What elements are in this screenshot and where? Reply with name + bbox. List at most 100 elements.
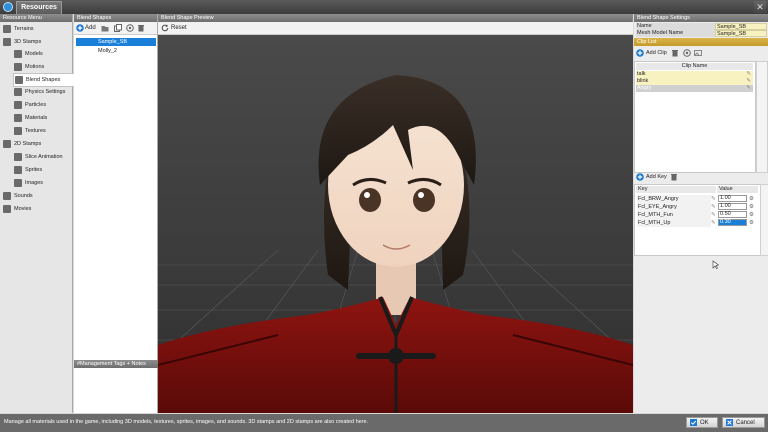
- key-toolbar: Add Key: [634, 171, 768, 183]
- add-folder-button[interactable]: [101, 24, 109, 32]
- menu-item-models[interactable]: Models: [0, 48, 72, 60]
- edit-pencil-icon[interactable]: ✎: [746, 71, 751, 78]
- clip-row[interactable]: talk ✎: [636, 71, 753, 78]
- gear-icon[interactable]: ⚙: [749, 211, 754, 219]
- menu-item-slice-animation[interactable]: Slice Animation: [0, 151, 72, 163]
- preview-header: Blend Shape Preview: [158, 14, 632, 22]
- menu-item-terrains[interactable]: Terrains: [0, 23, 72, 35]
- key-name: Fcl_MTH_Fun: [637, 211, 711, 219]
- clip-row[interactable]: Angry ✎: [636, 85, 753, 92]
- share-button[interactable]: [126, 24, 134, 32]
- mouse-cursor-icon: [712, 260, 720, 269]
- management-tags-header: #Management Tags + Notes: [74, 360, 161, 368]
- slice-icon: [14, 153, 22, 161]
- blend-shapes-header: Blend Shapes: [74, 14, 157, 22]
- folder-icon: [101, 26, 109, 32]
- blend-shape-item[interactable]: Molly_2: [76, 47, 156, 55]
- blend-shape-item-label: Sample_SB: [98, 39, 128, 45]
- key-value-field[interactable]: 0.50: [718, 211, 747, 218]
- image-icon: [694, 50, 702, 56]
- menu-item-motions[interactable]: Motions: [0, 61, 72, 73]
- edit-pencil-icon[interactable]: ✎: [711, 219, 716, 227]
- value-column-header: Value: [717, 186, 758, 193]
- property-value-field[interactable]: Sample_SB: [715, 30, 767, 37]
- key-table: Key Value Fcl_BRW_Angry ✎ 1.00 ⚙ Fcl_EYE_Ang…: [634, 184, 761, 256]
- reset-button[interactable]: [161, 24, 169, 32]
- menu-item-materials[interactable]: Materials: [0, 112, 72, 124]
- duplicate-button[interactable]: [114, 24, 122, 32]
- menu-item-label: Models: [25, 51, 43, 57]
- menu-item-movies[interactable]: Movies: [0, 203, 72, 215]
- key-row[interactable]: Fcl_MTH_Fun ✎ 0.50 ⚙: [636, 211, 759, 219]
- menu-item-label: Textures: [25, 128, 46, 134]
- add-clip-button[interactable]: [636, 49, 644, 57]
- particles-icon: [14, 101, 22, 109]
- property-key: Name: [636, 23, 715, 30]
- blend-shape-item-label: Molly_2: [98, 48, 117, 54]
- edit-pencil-icon[interactable]: ✎: [711, 203, 716, 211]
- trash-icon: [671, 174, 677, 181]
- menu-item-label: Physics Settings: [25, 89, 66, 95]
- menu-item-images[interactable]: Images: [0, 177, 72, 189]
- key-value-field[interactable]: 1.00: [718, 203, 747, 210]
- key-value-field[interactable]: 0.30: [718, 219, 747, 226]
- key-name: Fcl_EYE_Angry: [637, 203, 711, 211]
- key-table-scrollbar[interactable]: [760, 184, 768, 256]
- cancel-button[interactable]: Cancel: [722, 417, 765, 428]
- key-row[interactable]: Fcl_MTH_Up ✎ 0.30 ⚙: [636, 219, 759, 227]
- menu-item-sprites[interactable]: Sprites: [0, 164, 72, 176]
- management-notes-area[interactable]: [74, 368, 157, 413]
- share-clip-button[interactable]: [683, 49, 691, 57]
- edit-pencil-icon[interactable]: ✎: [746, 85, 751, 92]
- ok-label: OK: [700, 420, 709, 426]
- menu-item-sounds[interactable]: Sounds: [0, 190, 72, 202]
- key-column-header: Key: [636, 186, 716, 193]
- add-clip-label[interactable]: Add Clip: [646, 49, 667, 57]
- face-icon: [15, 76, 23, 84]
- share-icon: [126, 24, 134, 32]
- resource-menu: Resource Menu Terrains 3D Stamps Models Mot…: [0, 14, 75, 413]
- menu-item-physics-settings[interactable]: Physics Settings: [0, 86, 72, 98]
- menu-item-textures[interactable]: Textures: [0, 125, 72, 137]
- image-clip-button[interactable]: [694, 49, 702, 57]
- menu-item-particles[interactable]: Particles: [0, 99, 72, 111]
- add-key-label[interactable]: Add Key: [646, 173, 667, 181]
- close-window-button[interactable]: ✕: [754, 1, 766, 13]
- key-row[interactable]: Fcl_BRW_Angry ✎ 1.00 ⚙: [636, 195, 759, 203]
- blend-shapes-panel: Blend Shapes Add Sample_SB Molly_2 #Manag…: [74, 14, 161, 413]
- gear-icon[interactable]: ⚙: [749, 203, 754, 211]
- blend-shape-preview: Blend Shape Preview Reset: [158, 14, 633, 413]
- ok-button[interactable]: OK: [686, 417, 718, 428]
- delete-button[interactable]: [137, 24, 145, 32]
- property-value-field[interactable]: Sample_SB: [715, 23, 767, 30]
- add-key-button[interactable]: [636, 173, 644, 181]
- trash-icon: [672, 50, 678, 57]
- menu-item-label: Motions: [25, 64, 45, 70]
- terrain-icon: [3, 25, 11, 33]
- reset-label[interactable]: Reset: [171, 24, 187, 32]
- gear-icon[interactable]: ⚙: [749, 195, 754, 203]
- clip-list-scrollbar[interactable]: [756, 61, 768, 173]
- menu-item-blend-shapes[interactable]: Blend Shapes: [13, 73, 75, 87]
- blend-shape-item[interactable]: Sample_SB: [76, 38, 156, 46]
- key-value-field[interactable]: 1.00: [718, 195, 747, 202]
- delete-clip-button[interactable]: [671, 49, 679, 57]
- add-label[interactable]: Add: [85, 24, 96, 32]
- edit-pencil-icon[interactable]: ✎: [711, 211, 716, 219]
- menu-item-label: Images: [25, 180, 44, 186]
- key-name: Fcl_BRW_Angry: [637, 195, 711, 203]
- preview-toolbar: Reset: [158, 22, 633, 35]
- menu-item-label: Particles: [25, 102, 47, 108]
- edit-pencil-icon[interactable]: ✎: [711, 195, 716, 203]
- menu-item-2d-stamps[interactable]: 2D Stamps: [0, 138, 72, 150]
- edit-pencil-icon[interactable]: ✎: [746, 78, 751, 85]
- menu-item-3d-stamps[interactable]: 3D Stamps: [0, 36, 72, 48]
- clip-row[interactable]: blink ✎: [636, 78, 753, 85]
- add-blend-shape-button[interactable]: [76, 24, 84, 32]
- delete-key-button[interactable]: [670, 173, 678, 181]
- 3d-viewport[interactable]: [158, 35, 633, 413]
- key-row[interactable]: Fcl_EYE_Angry ✎ 1.00 ⚙: [636, 203, 759, 211]
- gear-icon[interactable]: ⚙: [749, 219, 754, 227]
- ok-icon: [690, 419, 697, 426]
- blend-shapes-toolbar: Add: [74, 22, 157, 35]
